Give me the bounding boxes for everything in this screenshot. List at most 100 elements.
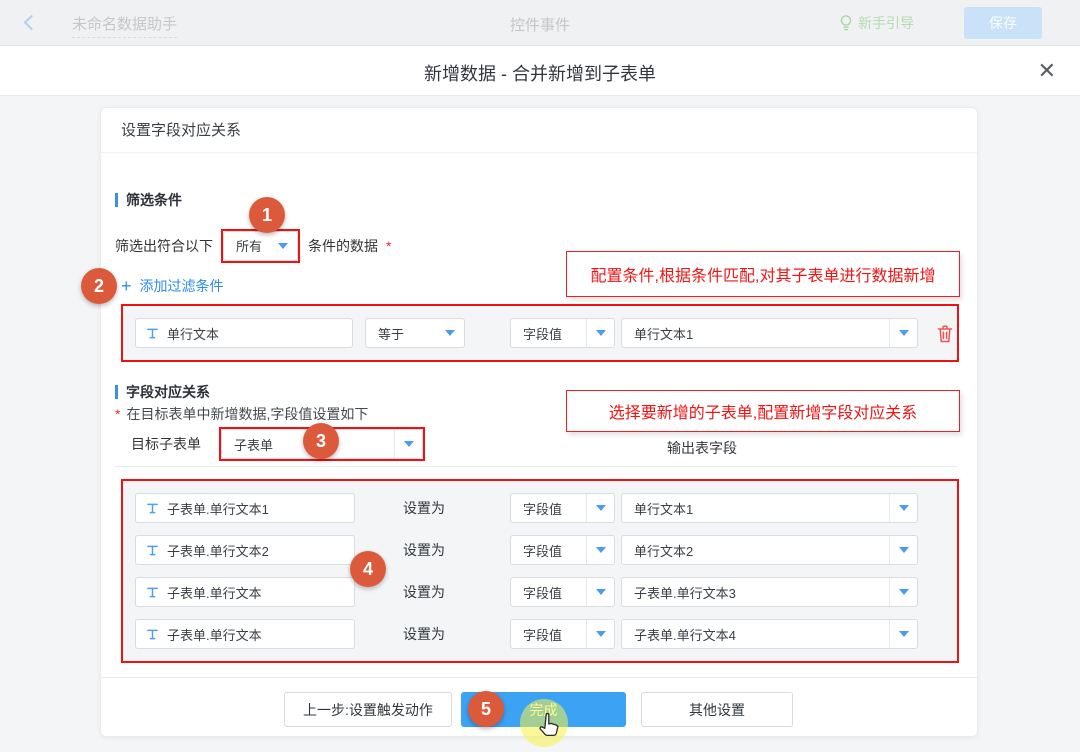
mapping-field-value: 子表单.单行文本 — [167, 583, 262, 602]
step-badge-4: 4 — [350, 551, 386, 587]
chevron-down-icon — [586, 536, 614, 564]
value-select[interactable]: 子表单.单行文本3 — [621, 577, 918, 607]
mapping-row: 子表单.单行文本 设置为 字段值 子表单.单行文本3 — [135, 577, 945, 607]
annotation-tip-2: 选择要新增的子表单,配置新增字段对应关系 — [566, 390, 960, 432]
chevron-down-icon — [394, 430, 422, 458]
mapping-field-input[interactable]: 子表单.单行文本2 — [135, 535, 355, 565]
required-asterisk: * — [386, 238, 391, 254]
add-filter-condition-label: 添加过滤条件 — [140, 276, 224, 296]
screen: { "topbar": { "back_title": "未命名数据助手", "… — [0, 0, 1080, 752]
output-field-column-header: 输出表字段 — [622, 438, 782, 458]
step-badge-5: 5 — [468, 691, 504, 727]
value-type-value: 字段值 — [523, 541, 562, 560]
assistant-title[interactable]: 未命名数据助手 — [72, 13, 177, 38]
filter-sentence: 筛选出符合以下 所有 条件的数据 * — [115, 228, 391, 263]
filter-sentence-suffix: 条件的数据 — [308, 236, 378, 256]
close-icon[interactable]: ✕ — [1038, 58, 1056, 84]
field-mapping-box: 子表单.单行文本1 设置为 字段值 单行文本1 子表单.单行文本2 设置为 — [121, 479, 959, 663]
value-type-value: 字段值 — [523, 625, 562, 644]
lightbulb-icon — [839, 14, 853, 32]
value-select[interactable]: 子表单.单行文本4 — [621, 619, 918, 649]
topbar-page-title: 控件事件 — [510, 14, 570, 35]
add-filter-condition-link[interactable]: + 添加过滤条件 — [121, 276, 224, 296]
set-to-label: 设置为 — [403, 535, 445, 565]
back-chevron-icon[interactable] — [24, 15, 40, 31]
filter-sentence-prefix: 筛选出符合以下 — [115, 236, 213, 256]
save-button[interactable]: 保存 — [964, 7, 1042, 39]
chevron-down-icon — [889, 494, 917, 522]
value-type-value: 字段值 — [523, 499, 562, 518]
cursor-icon — [537, 712, 561, 743]
panel-title: 设置字段对应关系 — [121, 108, 241, 153]
text-field-icon — [146, 502, 159, 515]
text-field-icon — [146, 628, 159, 641]
chevron-down-icon — [586, 578, 614, 606]
mapping-field-value: 子表单.单行文本1 — [167, 499, 269, 518]
chevron-down-icon — [889, 620, 917, 648]
topbar: 未命名数据助手 控件事件 新手引导 保存 — [0, 0, 1080, 46]
chevron-down-icon — [889, 319, 917, 347]
chevron-down-icon — [586, 620, 614, 648]
chevron-down-icon — [586, 319, 614, 347]
value-value: 单行文本1 — [634, 499, 693, 518]
mapping-field-input[interactable]: 子表单.单行文本 — [135, 619, 355, 649]
value-select[interactable]: 单行文本1 — [621, 318, 918, 348]
required-asterisk: * — [115, 406, 120, 422]
mapping-row: 子表单.单行文本 设置为 字段值 子表单.单行文本4 — [135, 619, 945, 649]
mapping-section-title-text: 字段对应关系 — [126, 382, 210, 402]
beginner-guide-link[interactable]: 新手引导 — [839, 13, 914, 33]
step-badge-1: 1 — [249, 197, 285, 233]
chevron-down-icon — [586, 494, 614, 522]
text-field-icon — [146, 586, 159, 599]
set-to-label: 设置为 — [403, 493, 445, 523]
card-header: 设置字段对应关系 — [101, 108, 977, 153]
settings-card: 设置字段对应关系 筛选条件 1 筛选出符合以下 所有 条件的数据 * 2 + 添… — [100, 107, 978, 737]
mapping-field-input[interactable]: 子表单.单行文本1 — [135, 493, 355, 523]
filter-condition-row: 单行文本 等于 字段值 单行文本1 — [121, 304, 959, 362]
filter-section-title: 筛选条件 — [115, 190, 182, 210]
value-value: 子表单.单行文本4 — [634, 625, 736, 644]
dialog-header: 新增数据 - 合并新增到子表单 ✕ — [0, 46, 1080, 96]
step-badge-3: 3 — [303, 423, 339, 459]
filter-field-input[interactable]: 单行文本 — [135, 318, 353, 348]
target-subform-value: 子表单 — [234, 435, 273, 454]
annotation-outline-match: 所有 — [221, 229, 300, 263]
operator-select[interactable]: 等于 — [365, 318, 465, 348]
mapping-field-value: 子表单.单行文本 — [167, 625, 262, 644]
mapping-row: 子表单.单行文本1 设置为 字段值 单行文本1 — [135, 493, 945, 523]
value-select[interactable]: 单行文本1 — [621, 493, 918, 523]
mapping-section-title: 字段对应关系 — [115, 382, 210, 402]
chevron-down-icon — [889, 578, 917, 606]
value-type-select[interactable]: 字段值 — [510, 493, 615, 523]
dialog-body: 设置字段对应关系 筛选条件 1 筛选出符合以下 所有 条件的数据 * 2 + 添… — [0, 96, 1080, 752]
value-select[interactable]: 单行文本2 — [621, 535, 918, 565]
match-type-select[interactable]: 所有 — [223, 231, 298, 261]
beginner-guide-label: 新手引导 — [858, 13, 914, 33]
step-badge-2: 2 — [81, 268, 117, 304]
annotation-tip-1: 配置条件,根据条件匹配,对其子表单进行数据新增 — [566, 251, 960, 297]
target-subform-label: 目标子表单 — [131, 427, 201, 461]
mapping-field-value: 子表单.单行文本2 — [167, 541, 269, 560]
value-type-value: 字段值 — [523, 324, 562, 343]
plus-icon: + — [121, 277, 132, 295]
value-type-select[interactable]: 字段值 — [510, 577, 615, 607]
value-value: 单行文本1 — [634, 324, 693, 343]
mapping-row: 子表单.单行文本2 设置为 字段值 单行文本2 — [135, 535, 945, 565]
set-to-label: 设置为 — [403, 619, 445, 649]
chevron-down-icon — [269, 232, 297, 260]
delete-icon[interactable] — [935, 323, 955, 348]
mapping-field-input[interactable]: 子表单.单行文本 — [135, 577, 355, 607]
mapping-subtitle: * 在目标表单中新增数据,字段值设置如下 — [115, 404, 368, 424]
value-type-select[interactable]: 字段值 — [510, 619, 615, 649]
value-type-select[interactable]: 字段值 — [510, 318, 615, 348]
set-to-label: 设置为 — [403, 577, 445, 607]
value-type-select[interactable]: 字段值 — [510, 535, 615, 565]
match-type-value: 所有 — [236, 236, 262, 255]
chevron-down-icon — [436, 319, 464, 347]
chevron-down-icon — [889, 536, 917, 564]
filter-field-value: 单行文本 — [167, 324, 219, 343]
value-value: 子表单.单行文本3 — [634, 583, 736, 602]
text-field-icon — [146, 544, 159, 557]
other-settings-button[interactable]: 其他设置 — [641, 692, 793, 727]
prev-step-button[interactable]: 上一步:设置触发动作 — [284, 692, 452, 727]
